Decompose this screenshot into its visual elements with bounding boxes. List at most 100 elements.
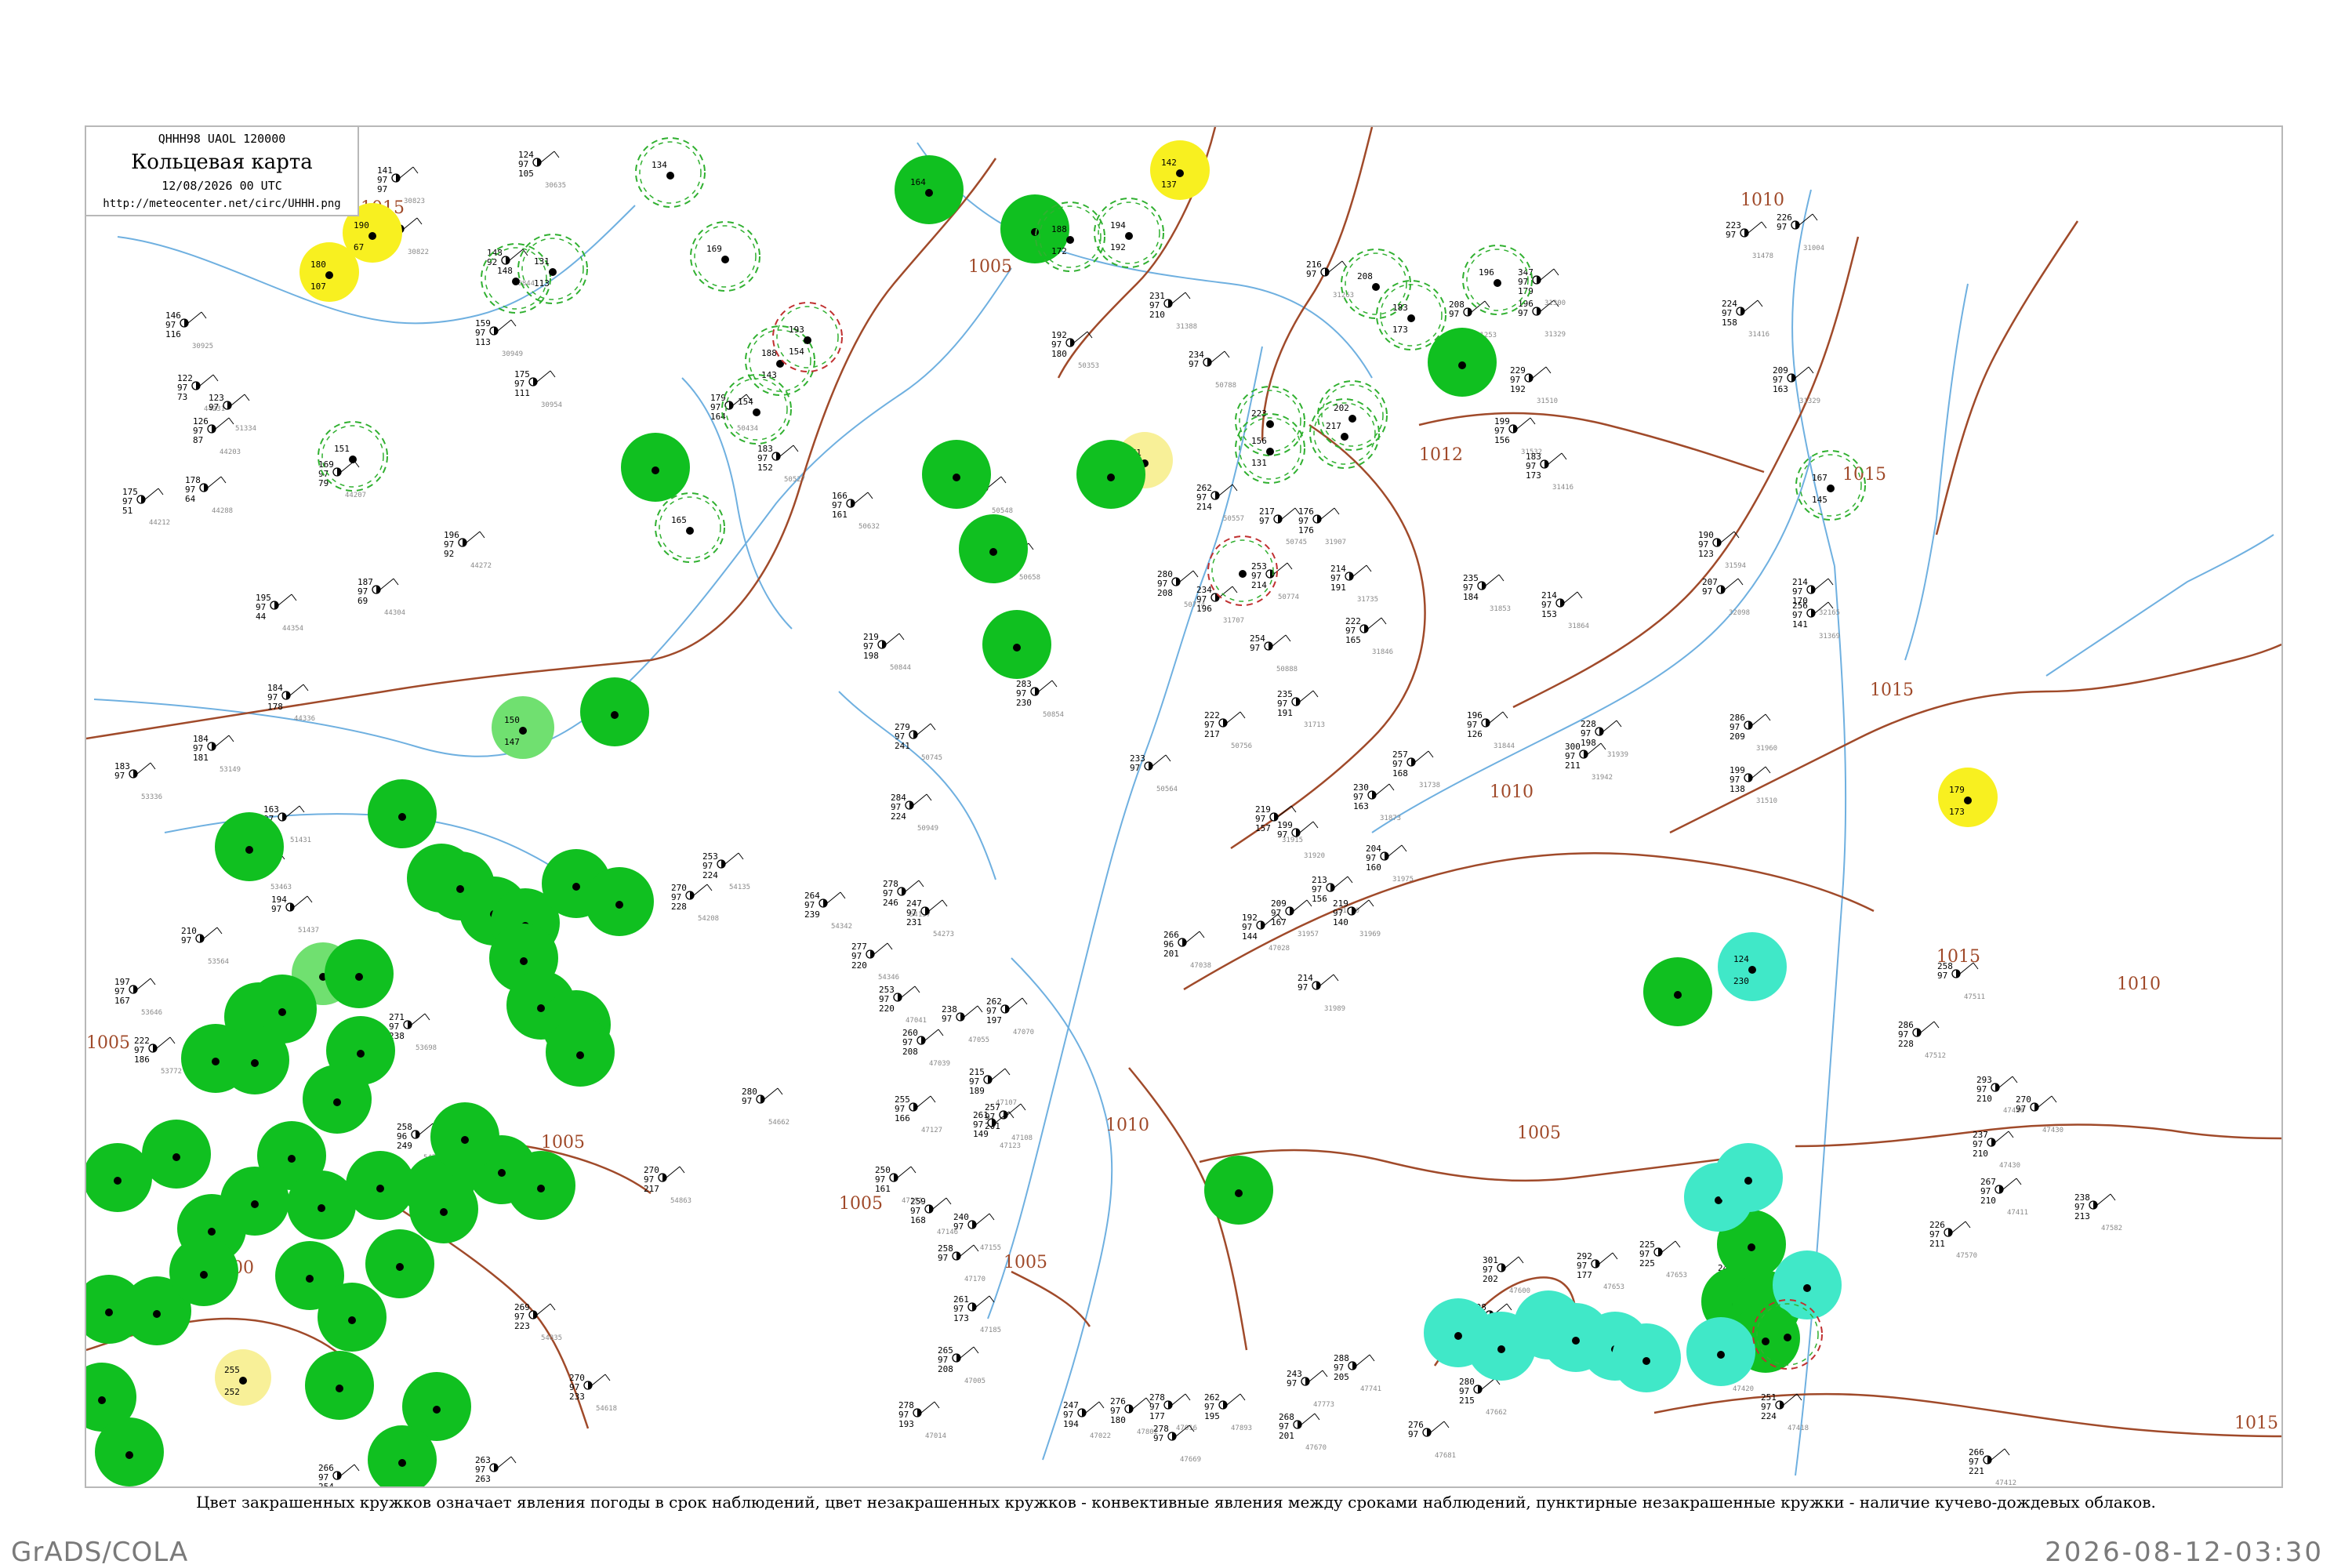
temperature-value: 105 bbox=[518, 169, 534, 179]
station-plot: 178976444288 bbox=[185, 475, 233, 515]
wind-barb bbox=[550, 370, 556, 378]
wind-barb bbox=[1369, 1354, 1375, 1362]
weather-circle-green bbox=[546, 1018, 615, 1087]
wind-barb bbox=[201, 311, 207, 319]
station-circle bbox=[433, 1406, 441, 1414]
station-circle bbox=[1748, 1243, 1755, 1251]
station-index: 44288 bbox=[212, 507, 233, 515]
station-circle bbox=[615, 901, 623, 909]
temperature-value: 214 bbox=[1196, 502, 1212, 512]
station-plot: 2669725458014 bbox=[318, 1463, 360, 1486]
wind-barb bbox=[412, 166, 419, 174]
pressure-value: 190 bbox=[354, 220, 369, 230]
wind-barb bbox=[497, 1456, 512, 1468]
weather-circle-green bbox=[621, 433, 690, 502]
station-index: 50745 bbox=[1286, 539, 1307, 546]
station-circle bbox=[1031, 228, 1039, 236]
station-circle bbox=[1642, 1357, 1650, 1365]
wind-barb bbox=[930, 723, 936, 731]
station-plot: 2409747155 bbox=[953, 1212, 1001, 1252]
temperature-value: 201 bbox=[1279, 1431, 1294, 1441]
dewpoint-value: 97 bbox=[1130, 763, 1140, 773]
temperature-value: 163 bbox=[1353, 801, 1369, 811]
wind-barb bbox=[220, 476, 227, 484]
cb-cloud-circle: 151 bbox=[318, 421, 388, 492]
temperature-value: 249 bbox=[397, 1141, 412, 1151]
temperature-value: 254 bbox=[318, 1482, 334, 1486]
wind-barb bbox=[928, 899, 943, 912]
station-circle bbox=[989, 548, 997, 556]
station-plot: 2869722847512 bbox=[1898, 1020, 1946, 1060]
wind-barb bbox=[1368, 899, 1374, 907]
temperature-value: 168 bbox=[910, 1215, 926, 1225]
wind-barb bbox=[1502, 711, 1508, 719]
temperature-value: 205 bbox=[1334, 1372, 1349, 1382]
weather-circle-green bbox=[959, 514, 1028, 583]
wind-barb bbox=[1430, 1421, 1445, 1433]
station-index: 31738 bbox=[1419, 782, 1440, 789]
station-circle bbox=[357, 1050, 365, 1058]
wind-barb bbox=[779, 445, 794, 457]
legend-caption: Цвет закрашенных кружков означает явлени… bbox=[196, 1493, 2156, 1512]
temperature-value: 167 bbox=[1271, 917, 1287, 927]
temperature-value: 116 bbox=[165, 329, 181, 339]
station-plot: 1839717331416 bbox=[1526, 452, 1573, 492]
wind-barb bbox=[216, 927, 223, 935]
station-plot: 2539721450774 bbox=[1251, 561, 1299, 601]
station-index: 47669 bbox=[1180, 1456, 1201, 1464]
weather-circle-green bbox=[142, 1120, 211, 1189]
wind-barb bbox=[1277, 805, 1292, 818]
wind-barb bbox=[1299, 821, 1314, 833]
wind-barb bbox=[1022, 997, 1028, 1005]
wind-barb bbox=[1004, 1068, 1011, 1076]
weather-circle-green bbox=[346, 1151, 415, 1220]
station-index: 47014 bbox=[925, 1432, 946, 1440]
station-index: 31939 bbox=[1607, 751, 1628, 759]
wind-barb bbox=[156, 1036, 171, 1049]
wind-barb bbox=[873, 942, 888, 955]
station-plot: 2319721031388 bbox=[1149, 291, 1197, 331]
map-url[interactable]: http://meteocenter.net/circ/UHHH.png bbox=[86, 198, 358, 210]
temperature-value: 177 bbox=[1149, 1411, 1165, 1421]
station-circle bbox=[306, 1275, 314, 1283]
wind-barb bbox=[393, 578, 399, 586]
station-index: 31960 bbox=[1756, 745, 1777, 753]
wind-barb bbox=[1602, 720, 1617, 732]
isobar-label: 1010 bbox=[1740, 191, 1784, 210]
station-circle bbox=[1107, 474, 1115, 481]
station-plot: 2239731478 bbox=[1726, 220, 1773, 260]
station-index: 31594 bbox=[1725, 562, 1746, 570]
wind-barb bbox=[212, 374, 219, 382]
wind-barb bbox=[1375, 783, 1390, 796]
wind-barb bbox=[540, 151, 555, 163]
temperature-value: 92 bbox=[444, 549, 454, 559]
temperature-value: 246 bbox=[883, 898, 898, 908]
isobar-label: 1010 bbox=[2117, 975, 2161, 994]
temperature-value: 252 bbox=[224, 1387, 240, 1397]
map-title: Кольцевая карта bbox=[131, 151, 313, 174]
pressure-value: 179 bbox=[1949, 785, 1965, 795]
wind-barb bbox=[977, 1005, 983, 1013]
station-circle bbox=[1176, 169, 1184, 177]
station-index: 31510 bbox=[1537, 397, 1558, 405]
temperature-value: 180 bbox=[1110, 1415, 1126, 1425]
wind-barb bbox=[840, 891, 846, 899]
temperature-value: 161 bbox=[875, 1184, 891, 1194]
wind-barb bbox=[1165, 754, 1171, 762]
wind-barb bbox=[1814, 578, 1829, 590]
wind-barb bbox=[424, 1013, 430, 1021]
station-circle bbox=[1454, 1332, 1462, 1340]
wind-barb bbox=[2004, 1448, 2010, 1456]
wind-barb bbox=[1553, 268, 1559, 276]
dewpoint-value: 97 bbox=[942, 1014, 952, 1024]
temperature-value: 138 bbox=[1730, 784, 1745, 794]
station-circle bbox=[333, 1098, 341, 1106]
station-plot: 1849718153149 bbox=[193, 734, 241, 774]
wind-barb bbox=[291, 593, 297, 601]
wind-barb bbox=[1366, 564, 1372, 572]
wind-barb bbox=[510, 1456, 517, 1464]
station-index: 31329 bbox=[1799, 397, 1820, 405]
station-index: 47005 bbox=[964, 1377, 985, 1385]
station-circle bbox=[105, 1308, 113, 1316]
temperature-value: 220 bbox=[879, 1004, 895, 1014]
